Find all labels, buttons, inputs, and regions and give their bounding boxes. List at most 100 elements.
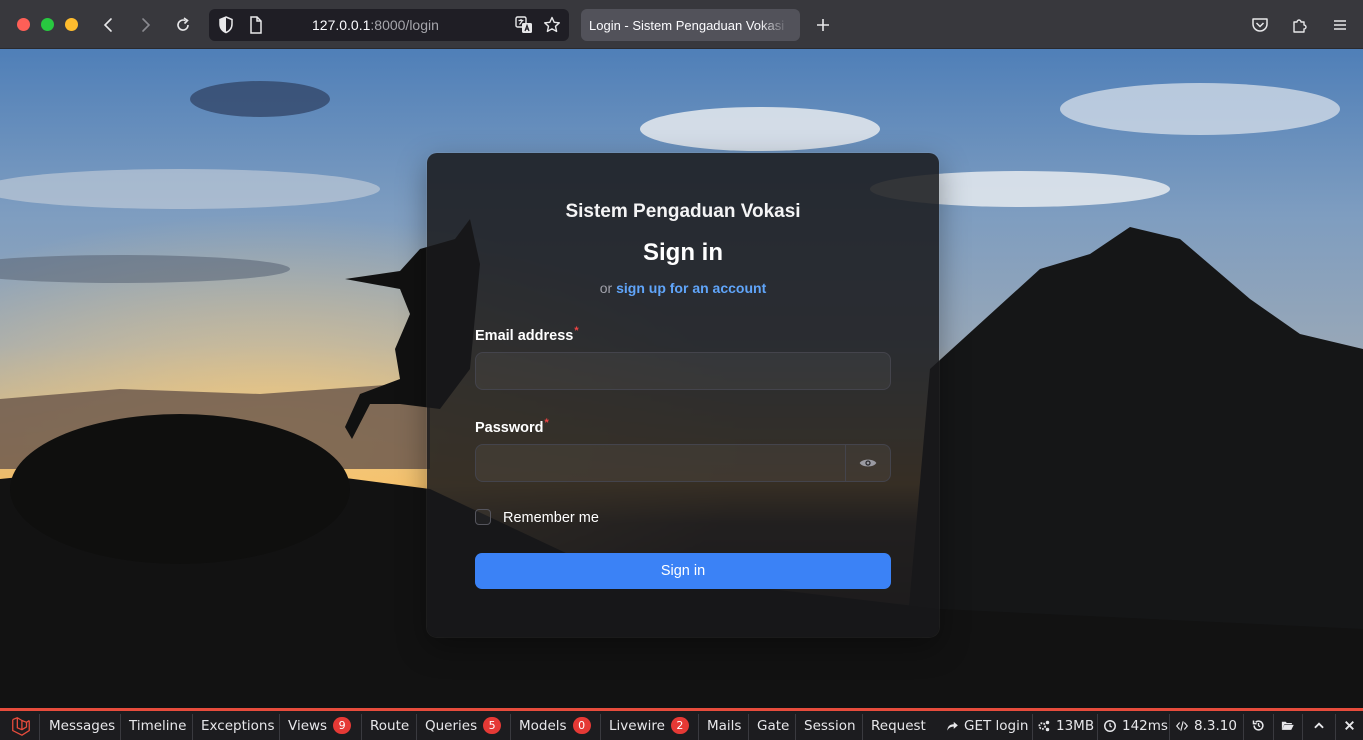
debug-tab-session[interactable]: Session <box>804 711 856 740</box>
debug-tab-livewire[interactable]: Livewire 2 <box>609 711 689 740</box>
divider <box>1302 714 1303 740</box>
password-field-wrapper <box>475 444 891 482</box>
debug-tab-label: Gate <box>757 717 790 734</box>
close-icon[interactable] <box>1343 711 1356 740</box>
bookmark-star-icon[interactable] <box>540 13 564 37</box>
debug-tab-label: Session <box>804 717 856 734</box>
pocket-icon[interactable] <box>1248 13 1272 37</box>
address-bar[interactable]: 127.0.0.1:8000/login <box>209 9 569 41</box>
divider <box>510 714 511 740</box>
page-title: Sign in <box>643 239 723 266</box>
request-duration[interactable]: 142ms <box>1103 711 1168 740</box>
divider <box>600 714 601 740</box>
debug-tab-request[interactable]: Request <box>871 711 926 740</box>
email-field[interactable] <box>475 352 891 390</box>
debug-tab-label: Exceptions <box>201 717 275 734</box>
code-icon <box>1175 720 1189 731</box>
password-field[interactable] <box>476 445 847 481</box>
divider <box>748 714 749 740</box>
email-label: Email address* <box>475 325 579 344</box>
laravel-logo-icon[interactable] <box>10 711 32 740</box>
menu-hamburger-icon[interactable] <box>1328 13 1352 37</box>
debug-tab-label: Route <box>370 717 410 734</box>
maximize-window-button[interactable] <box>65 18 78 31</box>
debug-tab-gate[interactable]: Gate <box>757 711 789 740</box>
debug-tab-route[interactable]: Route <box>370 711 409 740</box>
divider <box>795 714 796 740</box>
shield-icon[interactable] <box>214 13 238 37</box>
debug-tab-label: Livewire <box>609 717 665 734</box>
url-host: 127.0.0.1 <box>312 17 371 33</box>
debug-tab-label: Timeline <box>129 717 187 734</box>
divider <box>1097 714 1098 740</box>
request-info[interactable]: GET login <box>945 711 1028 740</box>
brand-title: Sistem Pengaduan Vokasi <box>565 201 801 222</box>
request-method-route: GET login <box>964 717 1029 734</box>
required-mark: * <box>544 417 549 429</box>
duration-value: 142ms <box>1122 717 1168 734</box>
php-version[interactable]: 8.3.10 <box>1175 711 1237 740</box>
count-badge: 0 <box>572 717 591 734</box>
share-arrow-icon <box>947 721 958 731</box>
translate-icon[interactable] <box>512 13 536 37</box>
debug-tab-timeline[interactable]: Timeline <box>129 711 186 740</box>
debug-tab-models[interactable]: Models 0 <box>519 711 591 740</box>
new-tab-plus-icon[interactable] <box>811 13 835 37</box>
debug-tab-views[interactable]: Views 9 <box>288 711 352 740</box>
sign-in-button[interactable]: Sign in <box>475 553 891 589</box>
url-text[interactable]: 127.0.0.1:8000/login <box>312 17 439 33</box>
close-window-button[interactable] <box>17 18 30 31</box>
divider <box>1273 714 1274 740</box>
clock-icon <box>1104 719 1116 732</box>
cogs-icon <box>1038 720 1050 731</box>
debug-tab-queries[interactable]: Queries 5 <box>425 711 502 740</box>
divider <box>1243 714 1244 740</box>
back-arrow-icon[interactable] <box>97 13 121 37</box>
url-path: :8000/login <box>370 17 439 33</box>
divider <box>416 714 417 740</box>
divider <box>361 714 362 740</box>
debug-tab-mails[interactable]: Mails <box>707 711 741 740</box>
folder-open-icon[interactable] <box>1280 711 1295 740</box>
page-icon[interactable] <box>244 13 268 37</box>
debug-tab-label: Views <box>288 717 328 734</box>
php-version-value: 8.3.10 <box>1194 717 1237 734</box>
divider <box>698 714 699 740</box>
debug-tab-label: Mails <box>707 717 742 734</box>
debug-tab-label: Queries <box>425 717 478 734</box>
debug-tab-label: Request <box>871 717 926 734</box>
signup-prompt: or sign up for an account <box>427 280 939 296</box>
email-label-text: Email address <box>475 328 574 344</box>
divider <box>192 714 193 740</box>
tab-title: Login - Sistem Pengaduan Vokasi <box>589 18 785 33</box>
divider <box>120 714 121 740</box>
remember-me-checkbox[interactable] <box>475 509 491 525</box>
count-badge: 2 <box>670 717 689 734</box>
minimize-window-button[interactable] <box>41 18 54 31</box>
divider <box>39 714 40 740</box>
reload-icon[interactable] <box>171 13 195 37</box>
divider <box>862 714 863 740</box>
show-password-eye-icon[interactable] <box>845 445 890 481</box>
required-mark: * <box>574 325 579 337</box>
debug-tab-label: Models <box>519 717 567 734</box>
divider <box>1169 714 1170 740</box>
history-icon[interactable] <box>1251 711 1266 740</box>
divider <box>1032 714 1033 740</box>
forward-arrow-icon[interactable] <box>133 13 157 37</box>
debug-tab-label: Messages <box>49 717 116 734</box>
debug-tab-exceptions[interactable]: Exceptions <box>201 711 274 740</box>
tab-login[interactable]: Login - Sistem Pengaduan Vokasi <box>581 9 800 41</box>
chevron-up-icon[interactable] <box>1312 711 1326 740</box>
count-badge: 5 <box>483 717 502 734</box>
extensions-puzzle-icon[interactable] <box>1288 13 1312 37</box>
debug-tab-messages[interactable]: Messages <box>49 711 115 740</box>
signup-link[interactable]: sign up for an account <box>616 280 766 296</box>
count-badge: 9 <box>333 717 352 734</box>
divider <box>279 714 280 740</box>
memory-usage[interactable]: 13MB <box>1037 711 1094 740</box>
or-text: or <box>599 280 613 296</box>
login-card: Sistem Pengaduan Vokasi Sign in or sign … <box>427 153 939 637</box>
password-label: Password* <box>475 417 549 436</box>
remember-me-label[interactable]: Remember me <box>503 510 599 526</box>
